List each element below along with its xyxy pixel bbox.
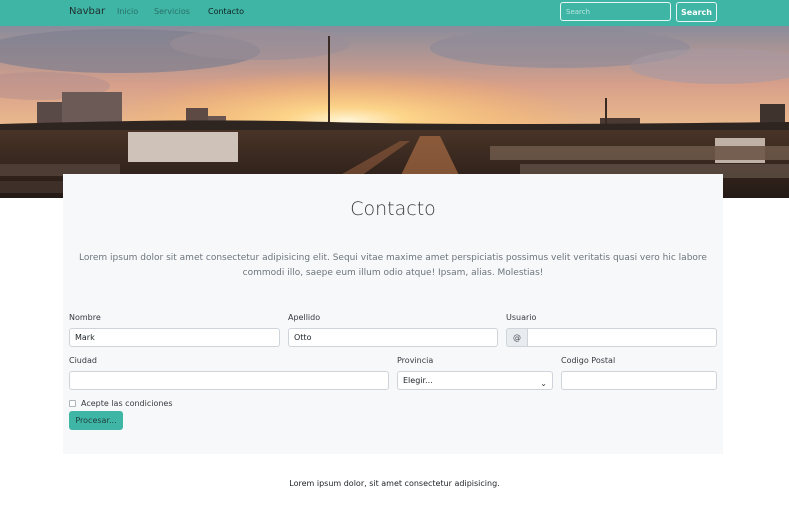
terms-checkbox[interactable] [69, 400, 76, 407]
codigo-postal-field[interactable] [561, 371, 717, 390]
chevron-down-icon: ⌄ [540, 379, 547, 388]
sunset-railyard-image [0, 26, 789, 198]
provincia-selected-value: Elegir... [403, 376, 433, 385]
nombre-field[interactable] [69, 328, 280, 347]
usuario-field[interactable] [527, 328, 717, 347]
provincia-label: Provincia [397, 356, 434, 365]
search-button[interactable]: Search [676, 2, 717, 22]
apellido-label: Apellido [288, 313, 321, 322]
usuario-label: Usuario [506, 313, 537, 322]
intro-text: Lorem ipsum dolor sit amet consectetur a… [79, 253, 707, 278]
hero-image [0, 26, 789, 198]
nombre-label: Nombre [69, 313, 101, 322]
terms-label[interactable]: Acepte las condiciones [81, 399, 173, 408]
page-title: Contacto [350, 198, 436, 220]
footer-text: Lorem ipsum dolor, sit amet consectetur … [289, 479, 500, 488]
nav-link-inicio[interactable]: Inicio [117, 7, 138, 16]
nav-link-servicios[interactable]: Servicios [154, 7, 190, 16]
apellido-field[interactable] [288, 328, 498, 347]
ciudad-field[interactable] [69, 371, 389, 390]
nav-link-contacto[interactable]: Contacto [208, 7, 244, 16]
submit-button[interactable]: Procesar... [69, 411, 123, 430]
navbar-brand[interactable]: Navbar [69, 6, 105, 17]
provincia-select[interactable]: Elegir... ⌄ [397, 371, 553, 390]
at-prefix: @ [506, 328, 527, 347]
ciudad-label: Ciudad [69, 356, 97, 365]
codigo-postal-label: Codigo Postal [561, 356, 616, 365]
contact-card: Contacto Lorem ipsum dolor sit amet cons… [63, 174, 723, 454]
navbar: Navbar Inicio Servicios Contacto Search [0, 0, 789, 26]
search-input[interactable] [560, 2, 671, 21]
